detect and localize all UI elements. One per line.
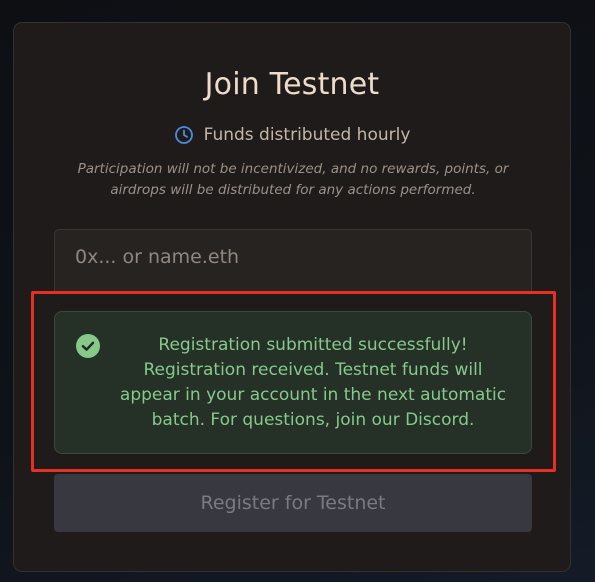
disclaimer-text: Participation will not be incentivized, … (77, 161, 509, 198)
distribution-schedule: Funds distributed hourly (14, 125, 570, 145)
page-title: Join Testnet (204, 67, 380, 102)
success-alert: Registration submitted successfully! Reg… (54, 311, 532, 454)
register-button[interactable]: Register for Testnet (54, 474, 532, 532)
clock-icon (174, 126, 193, 144)
check-circle-icon (76, 334, 100, 358)
join-testnet-card: Join Testnet Funds distributed hourly Pa… (13, 22, 571, 572)
success-message: Registration submitted successfully! Reg… (119, 335, 507, 430)
address-input[interactable] (54, 229, 532, 291)
schedule-text: Funds distributed hourly (203, 125, 411, 145)
